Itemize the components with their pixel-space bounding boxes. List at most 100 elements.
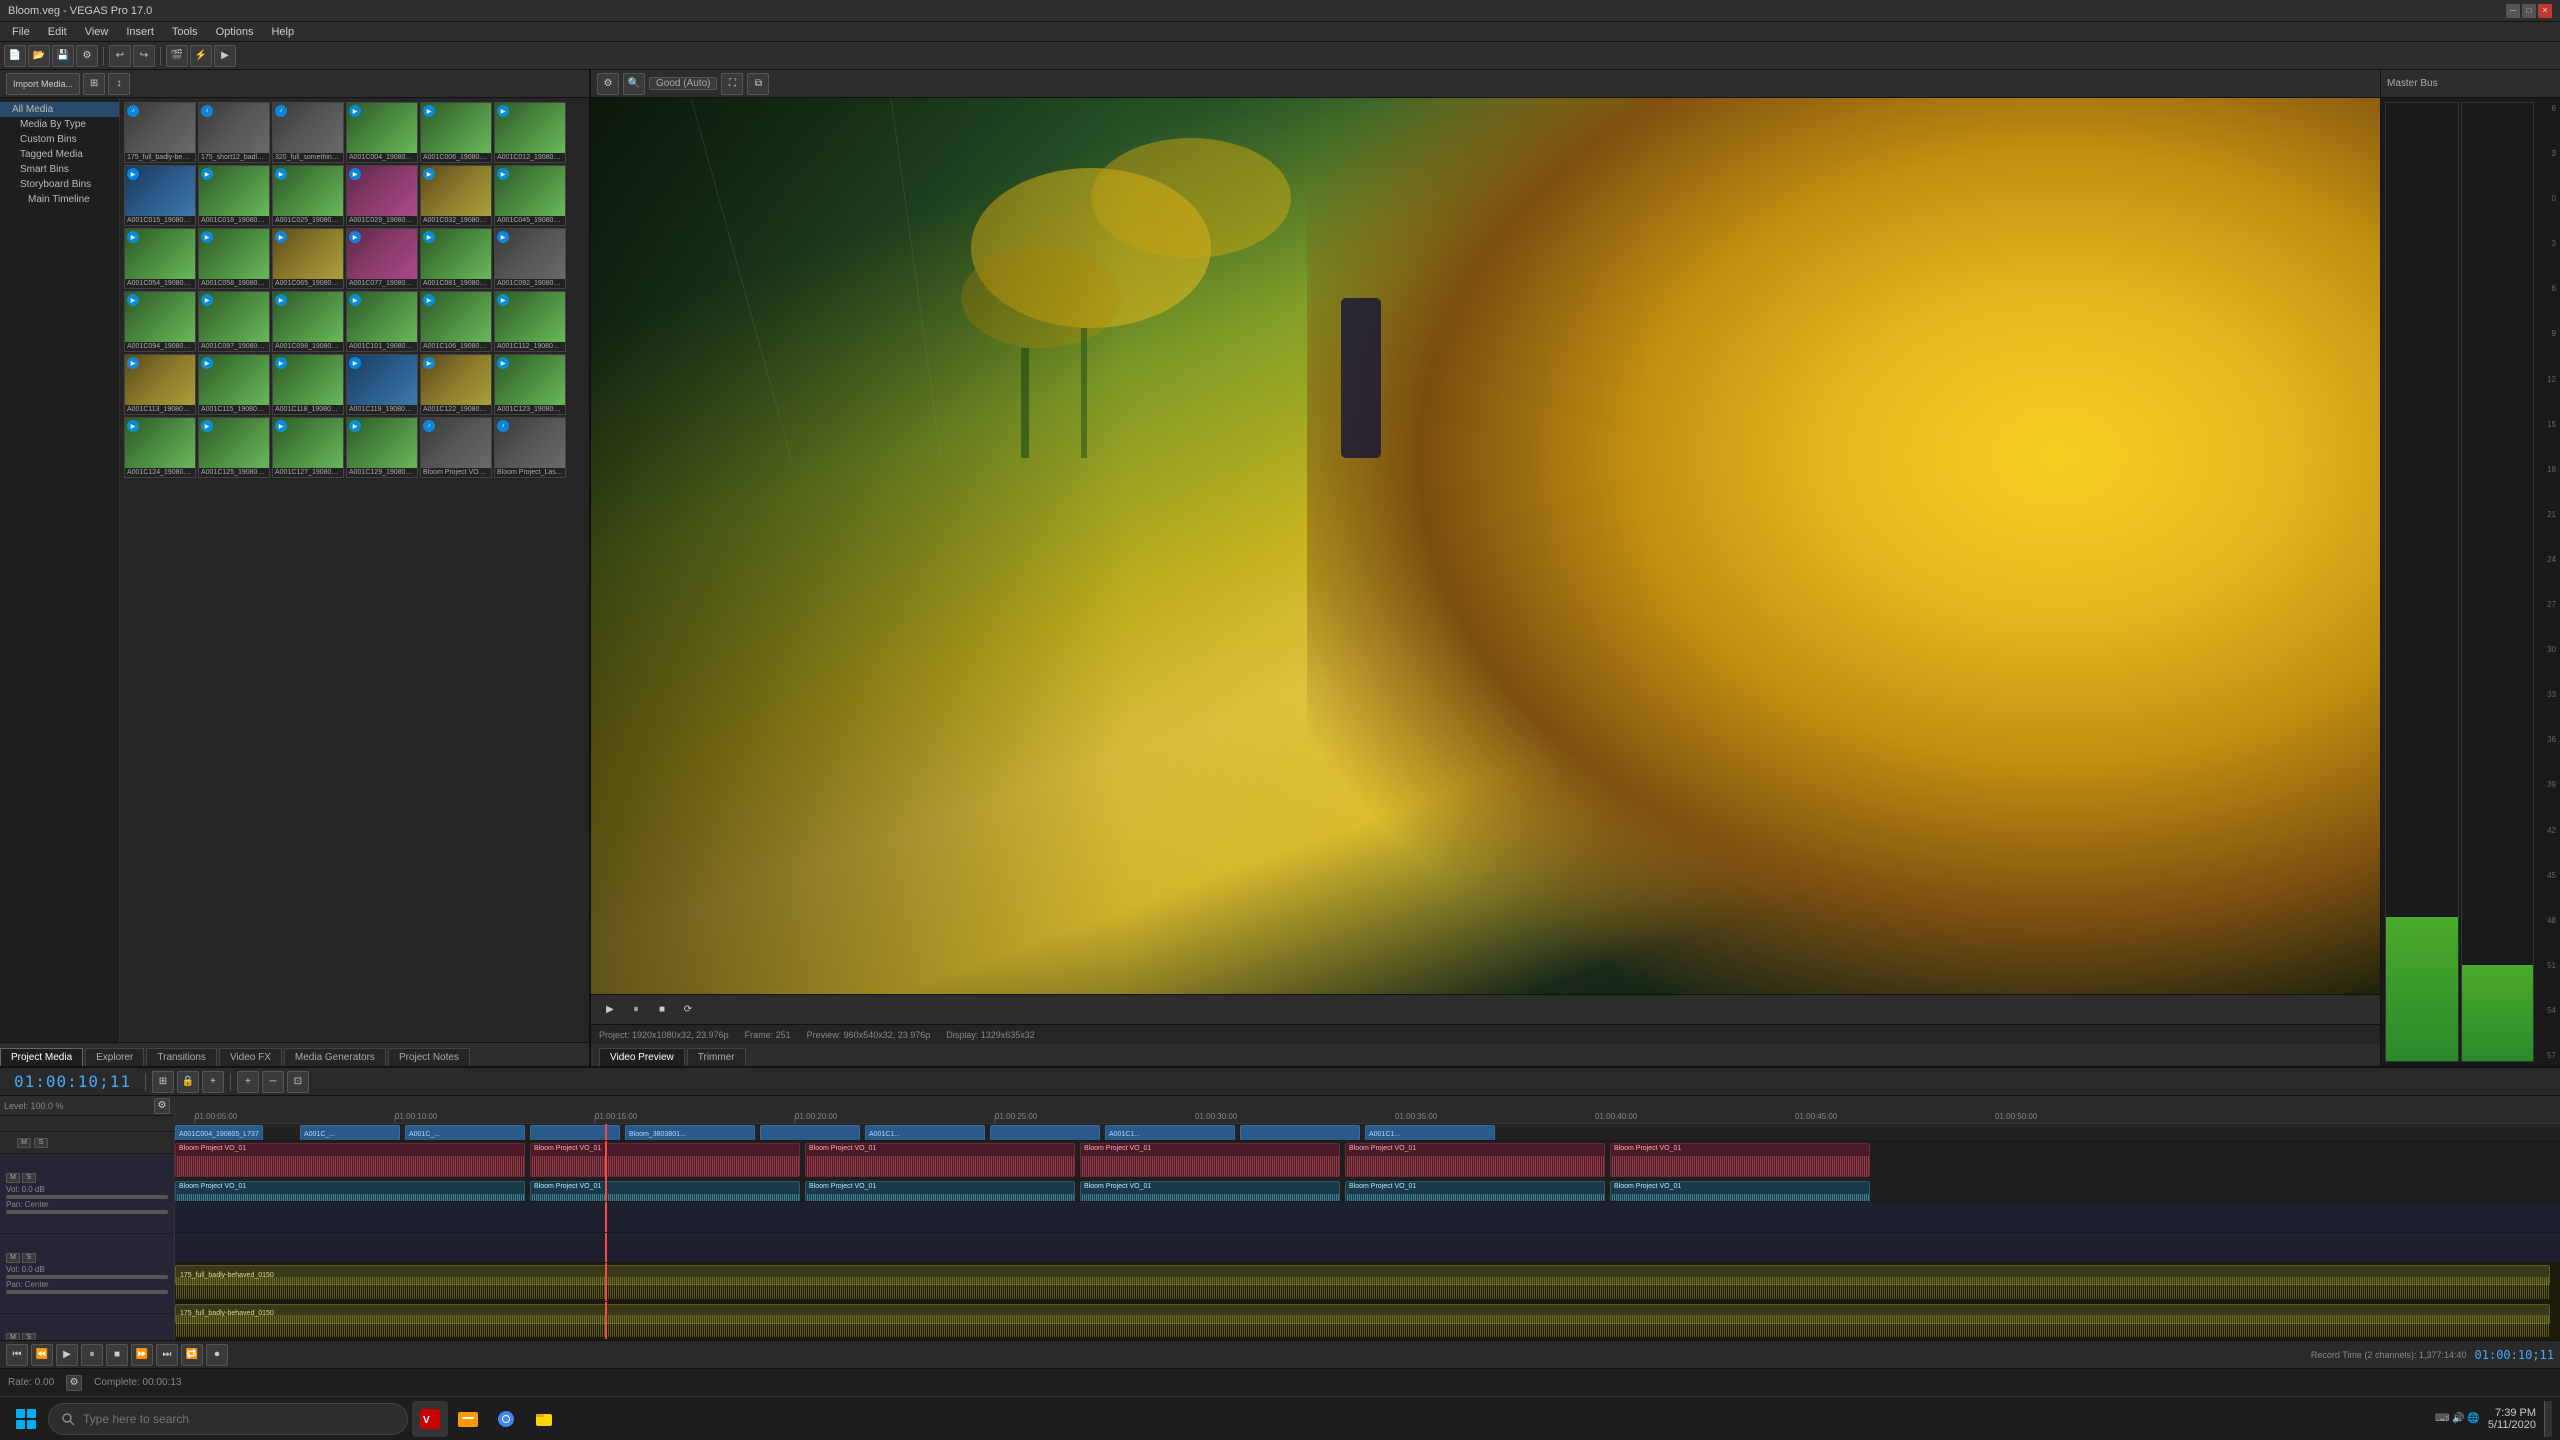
track-mute-audio2[interactable]: M — [6, 1253, 20, 1263]
media-thumb-1[interactable]: ♪ 175_short12_badly-behaved_0032.wav — [198, 102, 270, 163]
menu-item-options[interactable]: Options — [208, 24, 262, 40]
preview-zoom-button[interactable]: 🔍 — [623, 73, 645, 95]
vo-clip-2-bottom[interactable]: Bloom Project VO_01 — [530, 1181, 800, 1202]
media-thumb-5[interactable]: ▶ A001C012_190805_L737.MOV — [494, 102, 566, 163]
media-thumb-15[interactable]: ▶ A001C077_190806_L737.MOV — [346, 228, 418, 289]
media-thumb-32[interactable]: ▶ A001C127_190806_L737.MOV — [272, 417, 344, 478]
taskbar-app-explorer[interactable] — [450, 1401, 486, 1437]
tree-item-smart-bins[interactable]: Smart Bins — [0, 162, 119, 177]
track-solo-video[interactable]: S — [34, 1138, 48, 1148]
media-thumb-13[interactable]: ▶ A001C058_190806_L737.MOV — [198, 228, 270, 289]
tree-item-main-timeline[interactable]: Main Timeline — [0, 192, 119, 207]
tl-fit-button[interactable]: ⊡ — [287, 1071, 309, 1093]
media-thumb-22[interactable]: ▶ A001C106_190806_L737.MOV — [420, 291, 492, 352]
media-thumb-2[interactable]: ♪ 320_full_something-is-fixing_0165.wav — [272, 102, 344, 163]
video-clip-1[interactable]: A001C004_190805_L737 — [175, 1125, 263, 1141]
tree-item-tagged-media[interactable]: Tagged Media — [0, 147, 119, 162]
taskbar-search-input[interactable] — [83, 1412, 395, 1426]
track-solo-audio2[interactable]: S — [22, 1253, 36, 1263]
video-clip-9[interactable]: A001C1... — [1105, 1125, 1235, 1141]
pan-fader-audio2[interactable] — [6, 1290, 168, 1294]
media-thumb-3[interactable]: ▶ A001C004_190805_L737.MOV — [346, 102, 418, 163]
tab-video-fx[interactable]: Video FX — [219, 1048, 282, 1066]
transport-rewind[interactable]: ⏪ — [31, 1344, 53, 1366]
undo-button[interactable]: ↩ — [109, 45, 131, 67]
open-button[interactable]: 📂 — [28, 45, 50, 67]
maximize-button[interactable]: □ — [2522, 4, 2536, 18]
preview-ext-btn[interactable]: ⧉ — [747, 73, 769, 95]
tl-snap-button[interactable]: ⊞ — [152, 1071, 174, 1093]
preview-full-btn[interactable]: ⛶ — [721, 73, 743, 95]
transport-fast-forward[interactable]: ⏩ — [131, 1344, 153, 1366]
taskbar-app-files[interactable] — [526, 1401, 562, 1437]
video-clip-10[interactable] — [1240, 1125, 1360, 1141]
minimize-button[interactable]: ─ — [2506, 4, 2520, 18]
tl-add-track-button[interactable]: + — [202, 1071, 224, 1093]
tree-item-custom-bins[interactable]: Custom Bins — [0, 132, 119, 147]
media-thumb-4[interactable]: ▶ A001C006_190805_L737.MOV — [420, 102, 492, 163]
video-clip-2[interactable]: A001C_... — [300, 1125, 400, 1141]
show-desktop-button[interactable] — [2544, 1401, 2552, 1437]
tab-media-generators[interactable]: Media Generators — [284, 1048, 386, 1066]
media-thumb-6[interactable]: ▶ A001C015_190805_L737.MOV — [124, 165, 196, 226]
menu-item-edit[interactable]: Edit — [40, 24, 75, 40]
tl-zoom-in-button[interactable]: + — [237, 1071, 259, 1093]
new-button[interactable]: 📄 — [4, 45, 26, 67]
vo-clip-2-top[interactable]: Bloom Project VO_01 — [530, 1143, 800, 1177]
media-thumb-19[interactable]: ▶ A001C097_190806_L737.MOV — [198, 291, 270, 352]
vo-clip-6-top[interactable]: Bloom Project VO_01 — [1610, 1143, 1870, 1177]
tab-video-preview[interactable]: Video Preview — [599, 1048, 685, 1066]
preview-settings-button[interactable]: ⚙ — [597, 73, 619, 95]
menu-item-help[interactable]: Help — [263, 24, 302, 40]
preview-stop-button[interactable]: ■ — [653, 1001, 671, 1019]
redo-button[interactable]: ↪ — [133, 45, 155, 67]
vo-clip-5-top[interactable]: Bloom Project VO_01 — [1345, 1143, 1605, 1177]
video-clip-8[interactable] — [990, 1125, 1100, 1141]
video-clip-5[interactable]: Bloom_3803801... — [625, 1125, 755, 1141]
media-thumb-17[interactable]: ▶ A001C092_190806_L737.MOV — [494, 228, 566, 289]
track-mute-audio1[interactable]: M — [6, 1173, 20, 1183]
vol-fader-audio2[interactable] — [6, 1275, 168, 1279]
transport-go-start[interactable]: ⏮ — [6, 1344, 28, 1366]
media-thumb-14[interactable]: ▶ A001C065_190806_L737.MOV — [272, 228, 344, 289]
view-type-button[interactable]: ⊞ — [83, 73, 105, 95]
vo-clip-1-bottom[interactable]: Bloom Project VO_01 — [175, 1181, 525, 1202]
media-thumb-23[interactable]: ▶ A001C112_190806_L737.MOV — [494, 291, 566, 352]
preview-pause-button[interactable]: ⏸ — [627, 1001, 645, 1019]
save-button[interactable]: 💾 — [52, 45, 74, 67]
import-media-button[interactable]: 🎬 — [166, 45, 188, 67]
transport-go-end[interactable]: ⏭ — [156, 1344, 178, 1366]
media-thumb-30[interactable]: ▶ A001C124_190806_L737.MOV — [124, 417, 196, 478]
sort-button[interactable]: ↕ — [108, 73, 130, 95]
media-thumb-16[interactable]: ▶ A001C081_190806_L737.MOV — [420, 228, 492, 289]
tab-explorer[interactable]: Explorer — [85, 1048, 144, 1066]
preview-loop-button[interactable]: ⟳ — [679, 1001, 697, 1019]
vo-clip-1-top[interactable]: Bloom Project VO_01 — [175, 1143, 525, 1177]
media-thumb-29[interactable]: ▶ A001C123_190806_L737.MOV — [494, 354, 566, 415]
start-button[interactable] — [8, 1401, 44, 1437]
transport-stop[interactable]: ■ — [106, 1344, 128, 1366]
track-solo-audio3[interactable]: S — [22, 1333, 36, 1341]
tree-item-storyboard-bins[interactable]: Storyboard Bins — [0, 177, 119, 192]
vo-clip-6-bottom[interactable]: Bloom Project VO_01 — [1610, 1181, 1870, 1202]
tab-project-notes[interactable]: Project Notes — [388, 1048, 470, 1066]
tl-lock-button[interactable]: 🔒 — [177, 1071, 199, 1093]
media-thumb-27[interactable]: ▶ A001C119_190806_L737.MOV — [346, 354, 418, 415]
media-thumb-21[interactable]: ▶ A001C101_190806_L737.MOV — [346, 291, 418, 352]
transport-record[interactable]: ⏺ — [206, 1344, 228, 1366]
taskbar-search-box[interactable] — [48, 1403, 408, 1435]
tab-project-media[interactable]: Project Media — [0, 1048, 83, 1066]
menu-item-file[interactable]: File — [4, 24, 38, 40]
track-mute-audio3[interactable]: M — [6, 1333, 20, 1341]
media-thumb-35[interactable]: ♪ Bloom Project_Last Line_31.wav — [494, 417, 566, 478]
render-button[interactable]: ⚡ — [190, 45, 212, 67]
import-media-toolbar-button[interactable]: Import Media... — [6, 73, 80, 95]
close-button[interactable]: ✕ — [2538, 4, 2552, 18]
preview-play-button[interactable]: ▶ — [601, 1001, 619, 1019]
menu-item-tools[interactable]: Tools — [164, 24, 206, 40]
tl-zoom-out-button[interactable]: ─ — [262, 1071, 284, 1093]
media-thumb-24[interactable]: ▶ A001C113_190806_L737.MOV — [124, 354, 196, 415]
video-clip-6[interactable] — [760, 1125, 860, 1141]
media-thumb-10[interactable]: ▶ A001C032_190805_L737.MOV — [420, 165, 492, 226]
media-thumb-12[interactable]: ▶ A001C054_190806_L737.MOV — [124, 228, 196, 289]
